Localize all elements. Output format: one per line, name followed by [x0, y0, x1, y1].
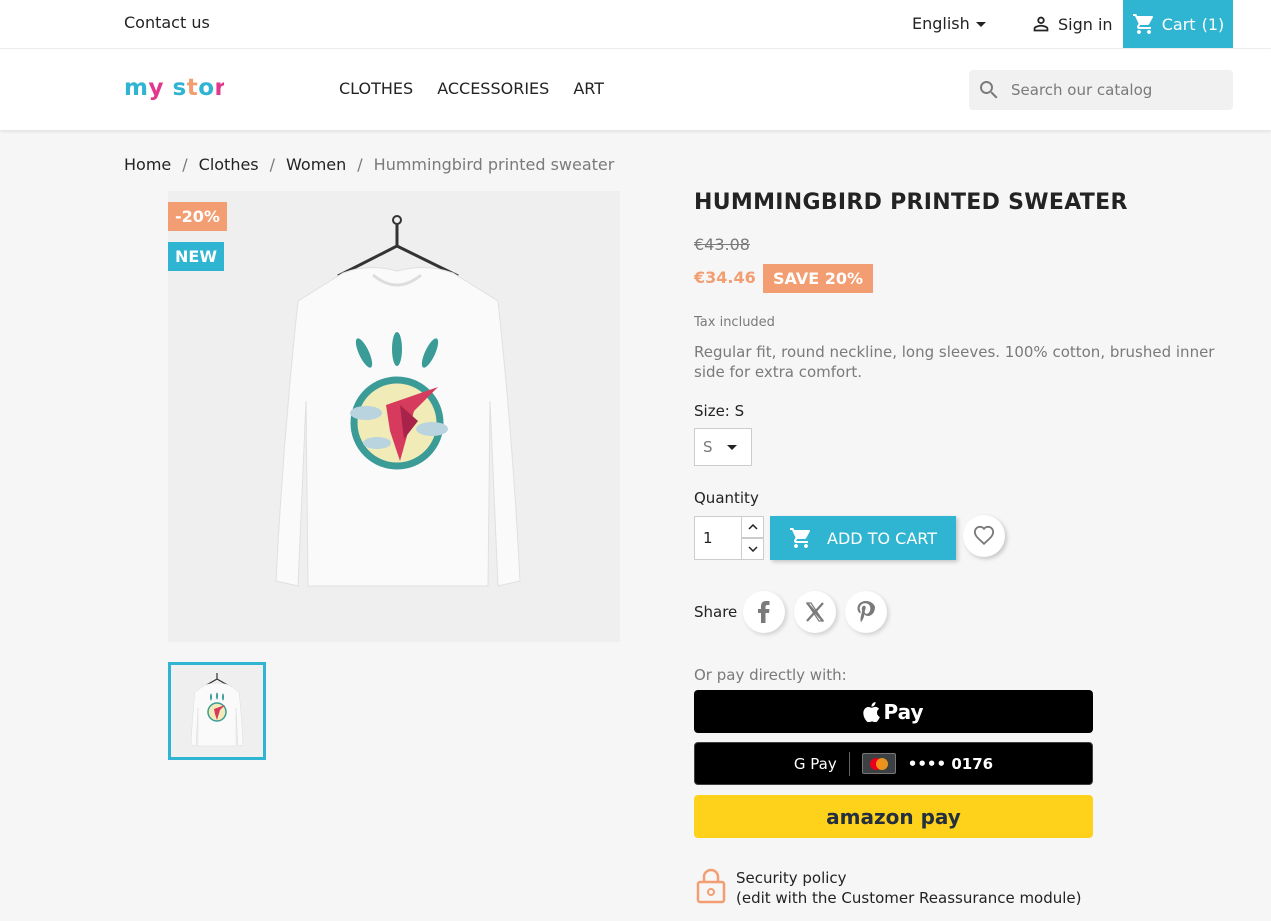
quantity-increase-button[interactable]: [741, 516, 764, 538]
save-badge: SAVE 20%: [763, 264, 873, 293]
breadcrumb-women[interactable]: Women: [286, 155, 346, 174]
apple-pay-button[interactable]: Pay: [694, 690, 1093, 733]
search-icon[interactable]: [977, 78, 1001, 102]
amazon-pay-label: amazon pay: [826, 804, 961, 829]
breadcrumb-separator: /: [269, 155, 276, 174]
share-pinterest-button[interactable]: [845, 591, 887, 633]
current-price: €34.46: [694, 268, 756, 287]
thumbnail-image: [171, 665, 263, 757]
cart-count: (1): [1201, 14, 1225, 34]
add-to-cart-label: ADD TO CART: [827, 528, 937, 548]
quantity-input[interactable]: 1: [694, 516, 742, 560]
main-nav: CLOTHES ACCESSORIES ART: [339, 79, 604, 98]
breadcrumb-separator: /: [357, 155, 363, 174]
svg-text:my store: my store: [124, 75, 224, 101]
facebook-icon: [758, 601, 770, 623]
google-pay-button[interactable]: G Pay •••• 0176: [694, 742, 1093, 785]
size-label: Size: S: [694, 402, 745, 420]
old-price: €43.08: [694, 235, 750, 254]
product-main-image[interactable]: [168, 191, 620, 642]
caret-down-icon: [726, 445, 737, 450]
share-facebook-button[interactable]: [743, 591, 785, 633]
store-logo-graphic: my store: [124, 75, 242, 101]
security-title: Security policy: [736, 869, 847, 887]
google-pay-label: G Pay: [793, 754, 837, 773]
shopping-cart-icon: [790, 528, 811, 548]
share-label: Share: [694, 603, 738, 621]
nav-art[interactable]: ART: [573, 79, 604, 98]
caret-down-icon: [975, 21, 986, 27]
apple-pay-label: Pay: [883, 699, 924, 724]
amazon-pay-button[interactable]: amazon pay: [694, 795, 1093, 838]
cart-button[interactable]: Cart (1): [1123, 0, 1233, 48]
product-title: HUMMINGBIRD PRINTED SWEATER: [694, 190, 1128, 215]
search-box: [969, 70, 1233, 110]
quantity-label: Quantity: [694, 489, 759, 507]
breadcrumb-home[interactable]: Home: [124, 155, 171, 174]
quantity-decrease-button[interactable]: [741, 538, 764, 560]
tax-info: Tax included: [694, 315, 775, 330]
x-twitter-icon: [805, 602, 825, 622]
divider: [848, 751, 850, 776]
top-bar: Contact us English Sign in Cart (1): [0, 0, 1271, 49]
apple-icon: [863, 701, 881, 722]
nav-accessories[interactable]: ACCESSORIES: [437, 79, 549, 98]
add-to-cart-button[interactable]: ADD TO CART: [770, 516, 956, 560]
cart-label: Cart: [1161, 14, 1196, 34]
language-selector[interactable]: English: [912, 14, 986, 33]
quantity-value: 1: [703, 529, 713, 547]
language-label: English: [912, 14, 970, 33]
contact-us-link[interactable]: Contact us: [124, 13, 210, 32]
size-value: S: [703, 438, 713, 456]
chevron-down-icon: [747, 546, 758, 552]
breadcrumb-separator: /: [182, 155, 188, 174]
heart-icon: [973, 525, 995, 546]
size-select[interactable]: S: [694, 428, 752, 466]
mastercard-icon: [861, 753, 896, 774]
share-twitter-button[interactable]: [794, 591, 836, 633]
store-logo[interactable]: my store: [124, 73, 242, 109]
security-reassurance: Security policy (edit with the Customer …: [696, 868, 1082, 908]
user-icon: [1033, 16, 1049, 32]
sweater-image: [168, 191, 620, 642]
wishlist-button[interactable]: [963, 515, 1005, 557]
sign-in-label: Sign in: [1058, 14, 1113, 34]
main-header: my store CLOTHES ACCESSORIES ART: [0, 49, 1271, 130]
security-subtitle: (edit with the Customer Reassurance modu…: [736, 889, 1082, 907]
lock-icon: [696, 868, 726, 904]
discount-badge: -20%: [168, 202, 227, 231]
nav-clothes[interactable]: CLOTHES: [339, 79, 413, 98]
shopping-cart-icon: [1132, 14, 1153, 34]
new-badge: NEW: [168, 242, 224, 271]
product-description: Regular fit, round neckline, long sleeve…: [694, 343, 1215, 381]
breadcrumb-current: Hummingbird printed sweater: [373, 155, 615, 174]
breadcrumb: Home / Clothes / Women / Hummingbird pri…: [124, 155, 614, 174]
search-input[interactable]: [1011, 81, 1221, 99]
pinterest-icon: [857, 601, 875, 623]
breadcrumb-clothes[interactable]: Clothes: [199, 155, 259, 174]
card-number: •••• 0176: [907, 754, 994, 773]
chevron-up-icon: [747, 524, 758, 530]
product-thumbnail[interactable]: [168, 662, 266, 760]
pay-directly-label: Or pay directly with:: [694, 666, 847, 684]
sign-in-link[interactable]: Sign in: [1030, 13, 1113, 35]
